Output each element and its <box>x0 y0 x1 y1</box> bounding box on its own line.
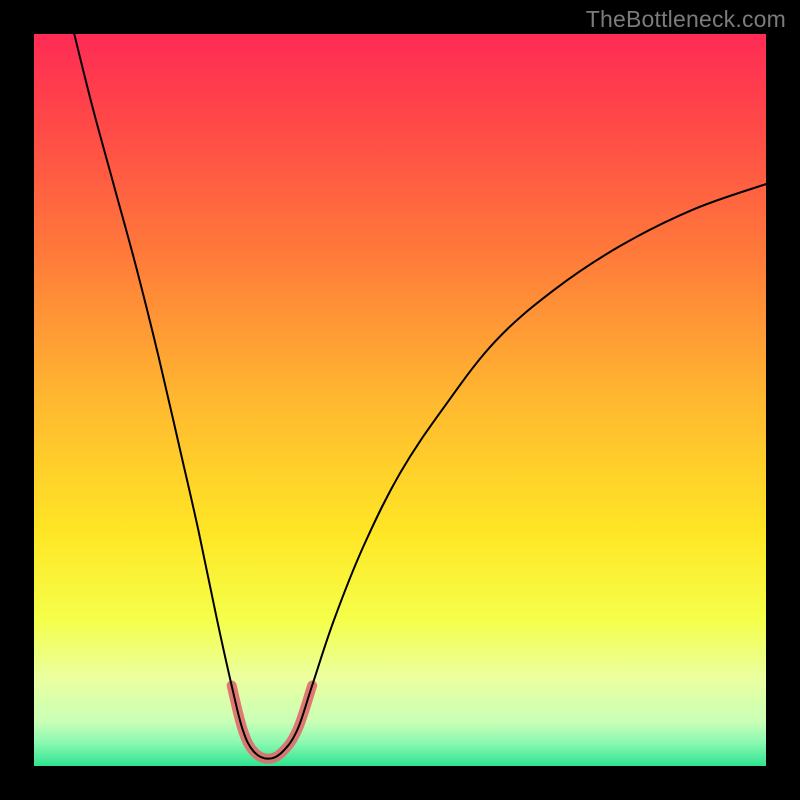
plot-area <box>34 34 766 766</box>
chart-frame: TheBottleneck.com <box>0 0 800 800</box>
gradient-background <box>34 34 766 766</box>
chart-svg <box>34 34 766 766</box>
watermark-text: TheBottleneck.com <box>586 6 786 33</box>
